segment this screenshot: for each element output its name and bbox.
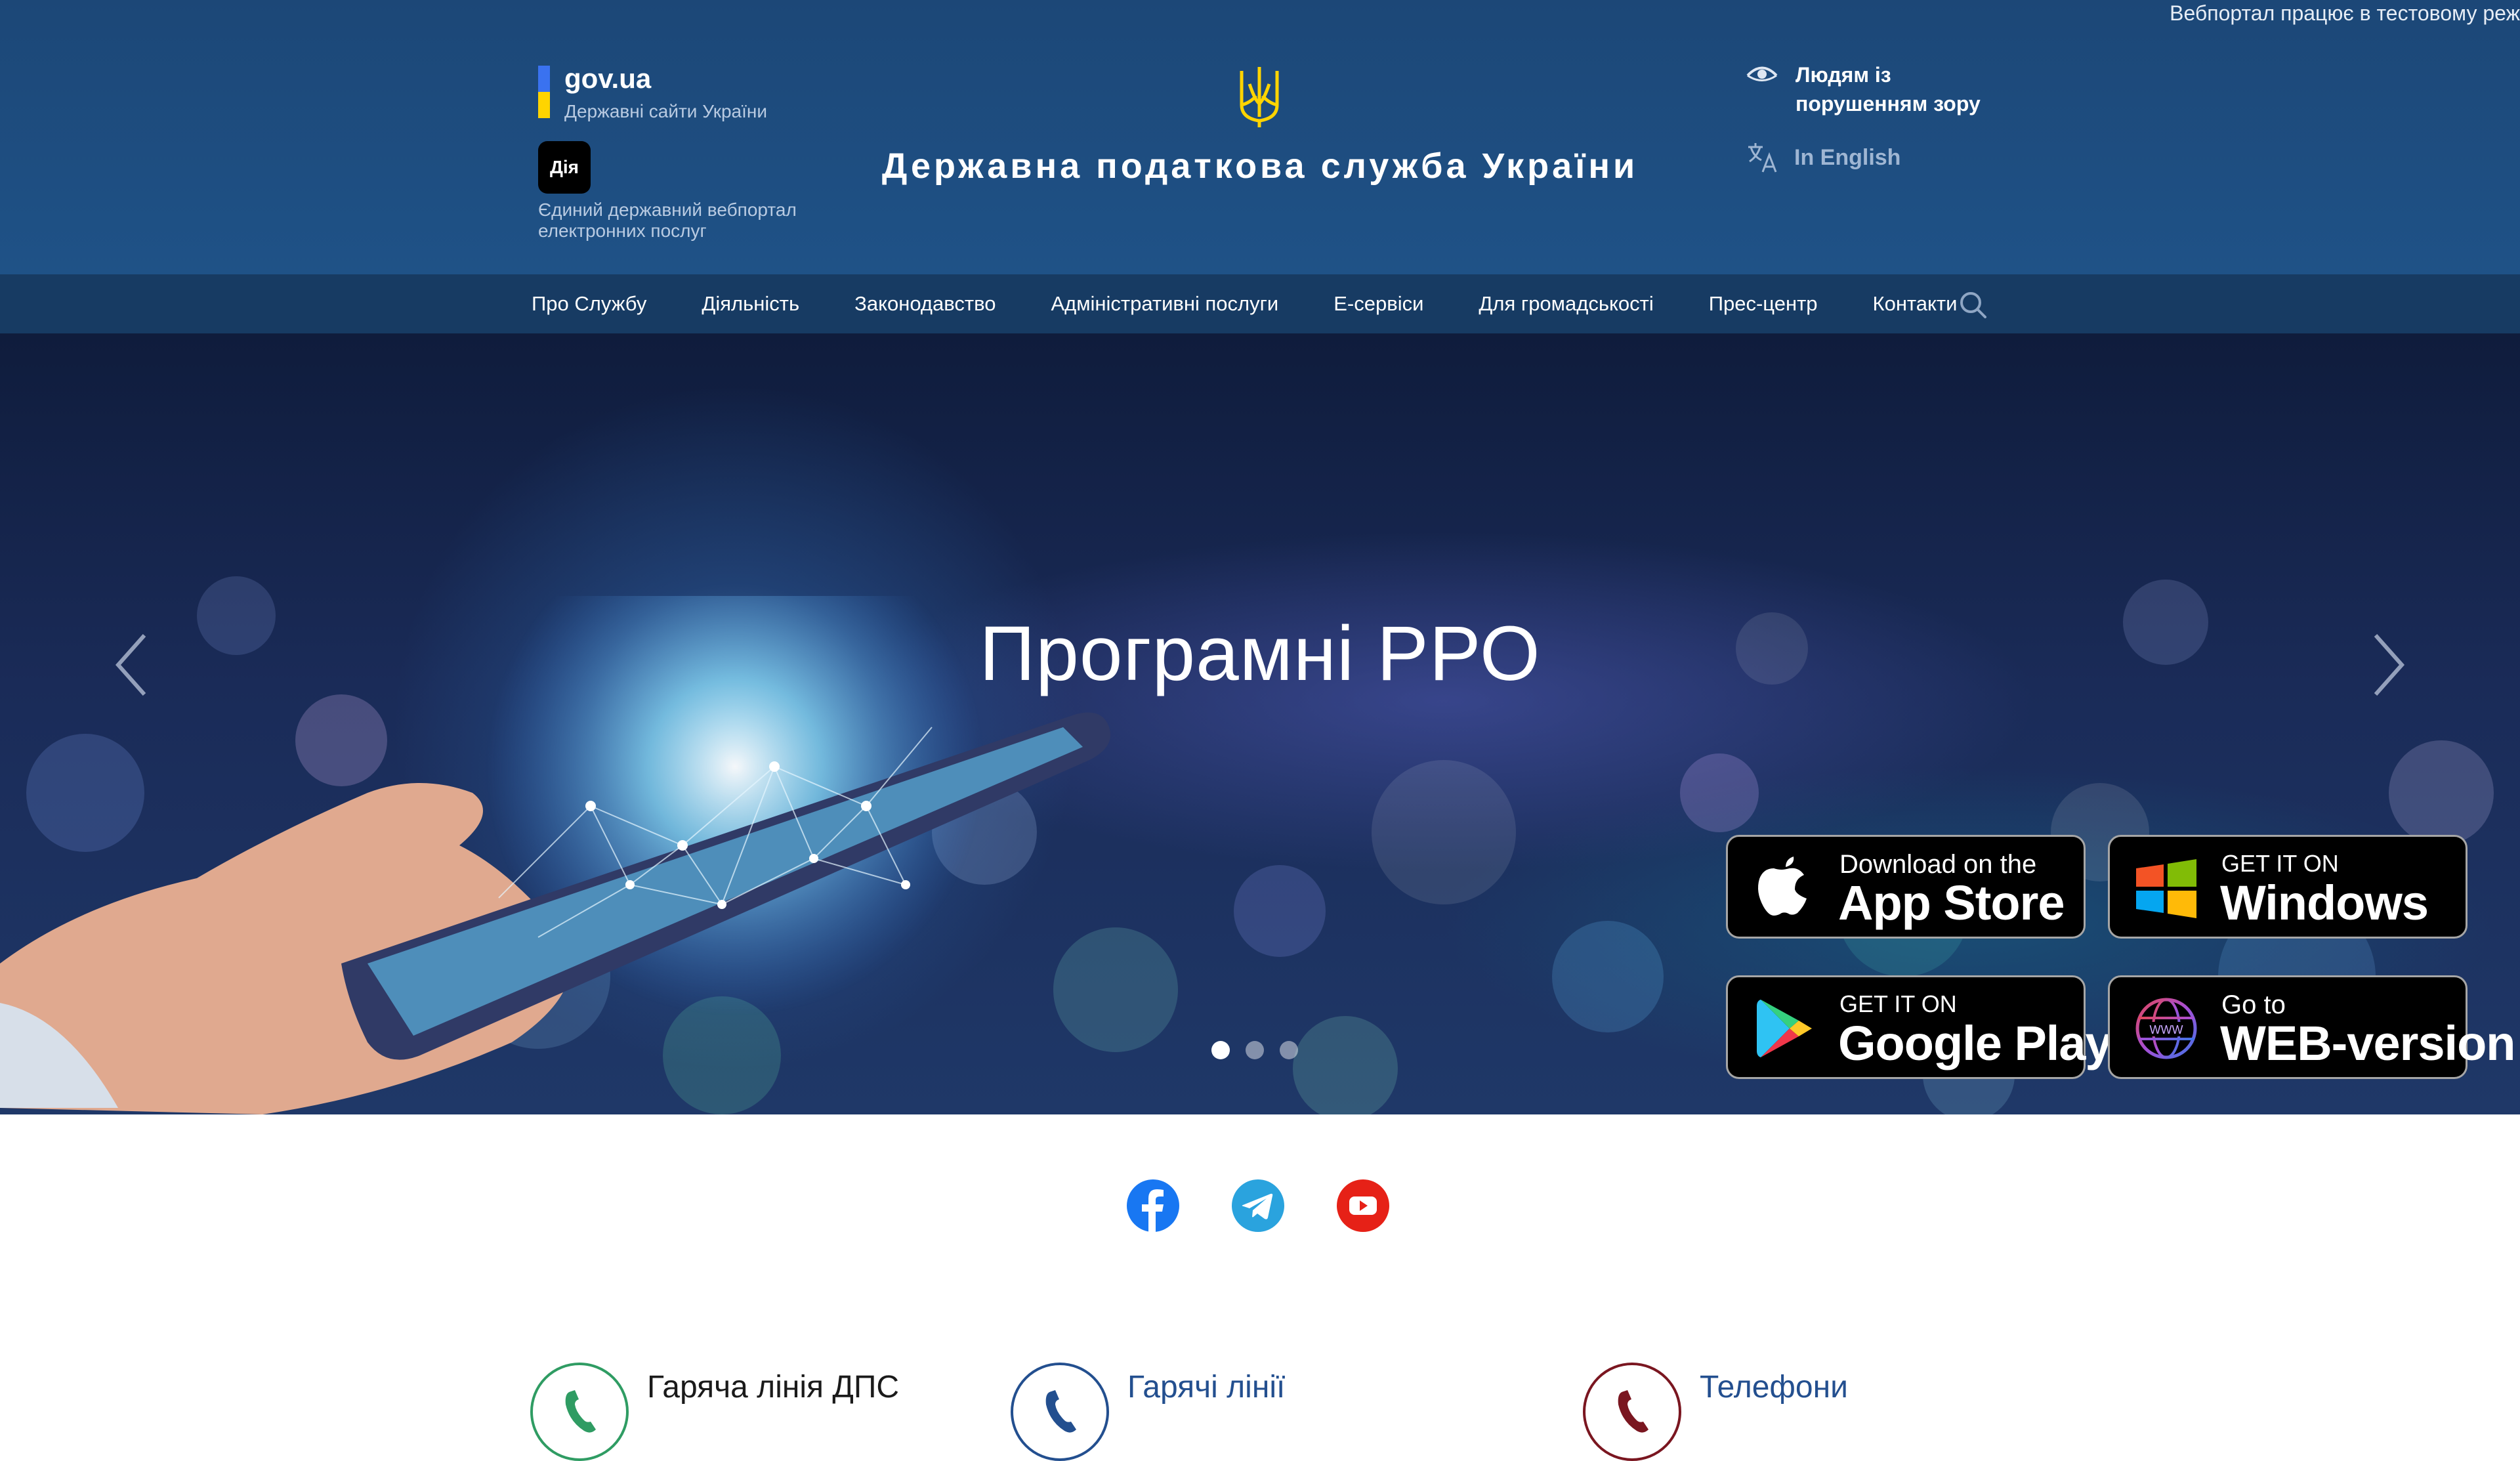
- nav-item-contacts[interactable]: Контакти: [1873, 292, 1958, 316]
- accessibility-link[interactable]: Людям із порушенням зору: [1746, 60, 2006, 118]
- phone-icon: [530, 1363, 629, 1461]
- windows-big: Windows: [2220, 876, 2429, 930]
- hotlines[interactable]: Гарячі лінії: [1011, 1363, 1285, 1461]
- translate-icon: [1748, 143, 1777, 173]
- govua-name: gov.ua: [564, 63, 652, 94]
- diia-logo[interactable]: Дія: [538, 141, 591, 194]
- web-version-big: WEB-version: [2220, 1016, 2516, 1070]
- diia-caption[interactable]: Єдиний державний вебпортал електронних п…: [538, 200, 879, 242]
- google-play-small: GET IT ON: [1839, 990, 1957, 1017]
- phone-icon: [1583, 1363, 1681, 1461]
- nav-item-legislation[interactable]: Законодавство: [854, 292, 996, 316]
- eye-icon: [1746, 66, 1778, 81]
- contact-label: Гаряча лінія ДПС: [647, 1370, 900, 1405]
- language-switch[interactable]: In English: [1746, 140, 1900, 175]
- social-links: [1126, 1179, 1441, 1233]
- youtube-icon[interactable]: [1336, 1179, 1390, 1233]
- app-store-big: App Store: [1838, 876, 2065, 930]
- contact-label: Телефони: [1700, 1370, 1848, 1405]
- accessibility-label: Людям із порушенням зору: [1796, 63, 1981, 116]
- svg-text:WWW: WWW: [2150, 1023, 2183, 1036]
- nav-item-e-services[interactable]: Е-сервіси: [1334, 292, 1423, 316]
- nav-item-admin-services[interactable]: Адміністративні послуги: [1051, 292, 1278, 316]
- govua-subtitle: Державні сайти України: [564, 101, 768, 121]
- hotline-dps[interactable]: Гаряча лінія ДПС: [530, 1363, 899, 1461]
- nav-item-public[interactable]: Для громадськості: [1479, 292, 1653, 316]
- phone-icon: [1011, 1363, 1109, 1461]
- ukraine-flag-icon: [538, 66, 550, 118]
- nav-item-about[interactable]: Про Службу: [532, 292, 646, 316]
- slide-dot-2[interactable]: [1246, 1041, 1264, 1059]
- site-header: Вебпортал працює в тестовому реж gov.ua …: [0, 0, 2520, 274]
- google-play-button[interactable]: GET IT ON Google Play: [1726, 975, 2112, 1079]
- search-icon[interactable]: [1958, 290, 1987, 319]
- language-label: In English: [1794, 144, 1901, 170]
- chevron-right-icon[interactable]: [2369, 629, 2408, 701]
- chevron-left-icon[interactable]: [112, 629, 151, 701]
- app-store-button[interactable]: Download on the App Store: [1726, 835, 2086, 939]
- globe-www-icon: WWW: [2135, 998, 2197, 1059]
- slider-pagination: [1211, 1041, 1314, 1059]
- slide-dot-3[interactable]: [1280, 1041, 1298, 1059]
- web-version-button[interactable]: WWW Go to WEB-version: [2108, 975, 2516, 1079]
- trident-icon: [1240, 67, 1279, 127]
- slide-dot-1[interactable]: [1211, 1041, 1230, 1059]
- nav-item-activity[interactable]: Діяльність: [702, 292, 799, 316]
- apple-icon: [1758, 857, 1807, 916]
- windows-icon: [2136, 859, 2196, 918]
- google-play-icon: [1757, 1000, 1812, 1057]
- facebook-icon[interactable]: [1126, 1179, 1180, 1233]
- google-play-big: Google Play: [1838, 1016, 2112, 1070]
- main-nav: Про Службу Діяльність Законодавство Адмі…: [0, 274, 2520, 333]
- windows-store-button[interactable]: GET IT ON Windows: [2108, 835, 2468, 939]
- nav-item-press[interactable]: Прес-центр: [1709, 292, 1818, 316]
- slide-title[interactable]: Програмні РРО: [788, 609, 1732, 698]
- site-title[interactable]: Державна податкова служба України: [853, 146, 1667, 186]
- phones[interactable]: Телефони: [1583, 1363, 1848, 1461]
- contact-label: Гарячі лінії: [1127, 1370, 1286, 1405]
- windows-small: GET IT ON: [2221, 850, 2339, 877]
- telegram-icon[interactable]: [1231, 1179, 1285, 1233]
- test-mode-ticker: Вебпортал працює в тестовому реж: [2170, 1, 2520, 25]
